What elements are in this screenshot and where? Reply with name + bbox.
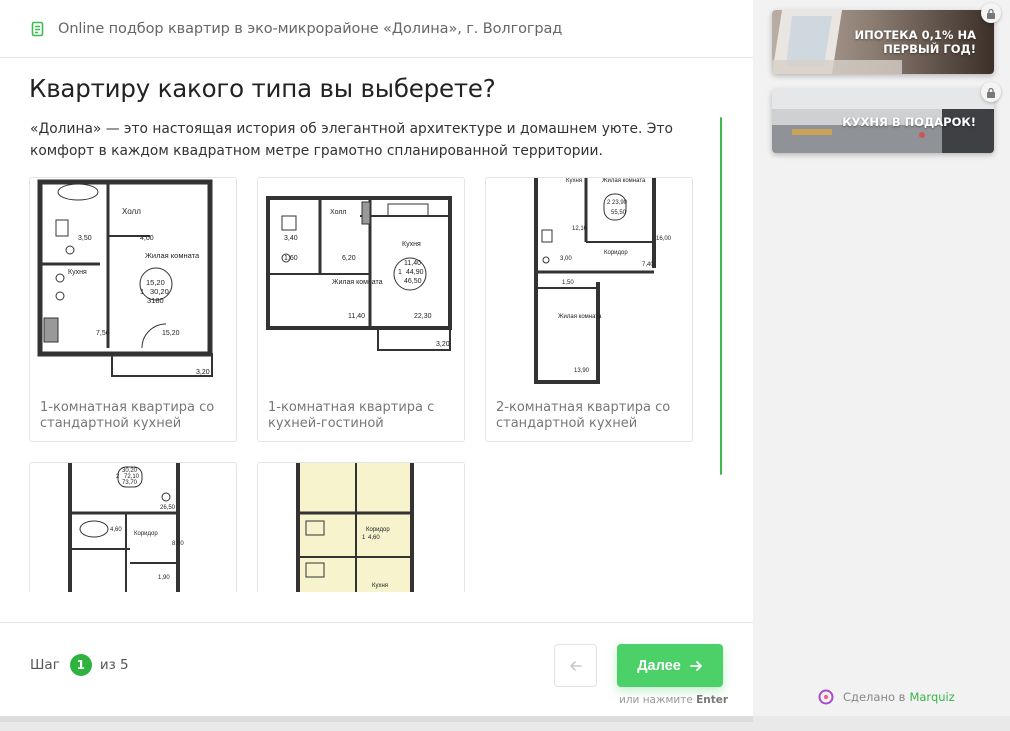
lock-icon <box>981 82 1001 102</box>
floor-plan-image: Холл Кухня 3,50 4,00 Жилая комната 15,20… <box>37 179 213 377</box>
plan-label: 3180 <box>147 296 164 305</box>
step-number-badge: 1 <box>69 654 92 676</box>
plan-label: 11,40 <box>348 313 365 320</box>
plan-label: 4,60 <box>368 535 380 541</box>
question-description: «Долина» — это настоящая история об элег… <box>30 121 673 159</box>
promo-mortgage[interactable]: ИПОТЕКА 0,1% НА ПЕРВЫЙ ГОД! <box>772 10 994 74</box>
option-card-1room-standard[interactable]: Холл Кухня 3,50 4,00 Жилая комната 15,20… <box>29 177 237 442</box>
option-caption: 2-комнатная квартира со стандартной кухн… <box>496 400 671 431</box>
made-with-label: Сделано в <box>843 690 906 704</box>
quiz-title: Online подбор квартир в эко-микрорайоне … <box>58 20 563 37</box>
plan-label: 3,00 <box>560 256 572 262</box>
brand-link[interactable]: Marquiz <box>909 690 954 704</box>
plan-label: 22,30 <box>414 313 432 320</box>
made-with-marquiz[interactable]: Сделано в Marquiz <box>818 689 955 705</box>
hint-prefix: или нажмите <box>619 694 693 706</box>
plan-label: Коридор <box>366 527 390 533</box>
plan-label: Жилая комната <box>558 314 602 320</box>
plan-label: Коридор <box>604 250 628 256</box>
plan-label: 2 <box>607 200 611 206</box>
quiz-panel: Online подбор квартир в эко-микрорайоне … <box>0 0 753 716</box>
plan-label: 3,40 <box>284 235 298 242</box>
plan-label: 16,00 <box>656 236 672 242</box>
plan-label: 73,70 <box>122 480 138 486</box>
plan-label: Холл <box>330 209 347 216</box>
plan-label: 1,50 <box>562 280 574 286</box>
document-list-icon <box>31 21 44 36</box>
hint-key: Enter <box>696 694 729 706</box>
promo-kitchen-text: КУХНЯ В ПОДАРОК! <box>842 115 976 129</box>
next-button[interactable]: Далее <box>617 644 723 687</box>
plan-label: 26,50 <box>160 505 176 511</box>
step-total: из 5 <box>99 657 129 673</box>
plan-label: 23,90 <box>612 200 628 206</box>
plan-label: 3,20 <box>196 369 210 376</box>
plan-label: 15,20 <box>162 330 180 337</box>
plan-label: Коридор <box>134 531 158 537</box>
lock-icon <box>981 3 1001 23</box>
option-card-2room-standard[interactable]: Кухня Жилая комната 2 23,90 55,50 12,10 … <box>485 177 693 442</box>
enter-hint: или нажмите Enter <box>619 694 728 706</box>
plan-label: 4,60 <box>110 527 122 533</box>
bottom-bar <box>0 716 1010 731</box>
step-indicator: Шаг 1 из 5 <box>30 654 129 676</box>
arrow-left-icon <box>569 660 582 671</box>
quiz-header: Online подбор квартир в эко-микрорайоне … <box>0 0 753 58</box>
plan-label: 15,20 <box>146 278 165 287</box>
plan-label: 3,20 <box>436 341 450 348</box>
plan-label: 11,40 <box>404 260 421 267</box>
plan-label: 6,20 <box>342 255 356 262</box>
plan-label: Кухня <box>372 583 388 589</box>
plan-label: 1,60 <box>284 255 298 262</box>
option-card-2room-large[interactable]: 30,20 2 72,10 73,70 26,50 4,60 Коридор 8… <box>29 462 237 592</box>
plan-label: 2 <box>116 474 120 480</box>
plan-label: 8,90 <box>172 541 184 547</box>
plan-label: 1 <box>140 287 144 296</box>
plan-label: 4,00 <box>140 235 154 242</box>
plan-label: 12,10 <box>572 226 588 232</box>
option-caption: 1-комнатная квартира с кухней-гостиной <box>268 400 435 431</box>
floor-plan-image: Коридор 1 4,60 Кухня <box>296 463 414 592</box>
plan-label: 1,90 <box>158 575 170 581</box>
plan-label: 44,90 <box>406 269 424 276</box>
plan-label: Жилая комната <box>145 251 200 260</box>
plan-label: 7,50 <box>96 330 110 337</box>
answer-options: Холл Кухня 3,50 4,00 Жилая комната 15,20… <box>0 176 753 592</box>
plan-label: 3,50 <box>78 235 92 242</box>
plan-label: Жилая комната <box>602 178 646 184</box>
plan-label: 7,40 <box>642 262 654 268</box>
promo-mortgage-text: ИПОТЕКА 0,1% НА ПЕРВЫЙ ГОД! <box>854 28 976 56</box>
plan-label: 1 <box>398 269 402 276</box>
plan-label: Холл <box>122 207 141 216</box>
arrow-right-icon <box>689 660 702 671</box>
next-button-label: Далее <box>637 657 681 674</box>
option-card-3room[interactable]: Коридор 1 4,60 Кухня <box>257 462 465 592</box>
step-label: Шаг <box>30 657 60 673</box>
floor-plan-image: Холл 3,40 1,60 6,20 Кухня Жилая комната … <box>266 196 452 351</box>
plan-label: Жилая комната <box>332 279 383 286</box>
plan-label: 55,50 <box>611 210 627 216</box>
question-title: Квартиру какого типа вы выберете? <box>29 74 496 103</box>
option-caption: 1-комнатная квартира со стандартной кухн… <box>40 400 215 431</box>
plan-label: Кухня <box>68 269 87 276</box>
plan-label: 46,50 <box>404 278 422 285</box>
plan-label: Кухня <box>566 178 582 184</box>
plan-label: 30,20 <box>150 287 169 296</box>
back-button[interactable] <box>554 644 597 687</box>
floor-plan-image: Кухня Жилая комната 2 23,90 55,50 12,10 … <box>534 178 672 384</box>
plan-label: Кухня <box>402 241 421 248</box>
plan-label: 13,90 <box>574 368 590 374</box>
floor-plan-image: 30,20 2 72,10 73,70 26,50 4,60 Коридор 8… <box>68 463 184 592</box>
footer-divider <box>0 622 753 623</box>
promo-kitchen[interactable]: КУХНЯ В ПОДАРОК! <box>772 89 994 153</box>
option-card-1room-kitchen-living[interactable]: Холл 3,40 1,60 6,20 Кухня Жилая комната … <box>257 177 465 442</box>
marquiz-logo-icon <box>818 689 834 705</box>
